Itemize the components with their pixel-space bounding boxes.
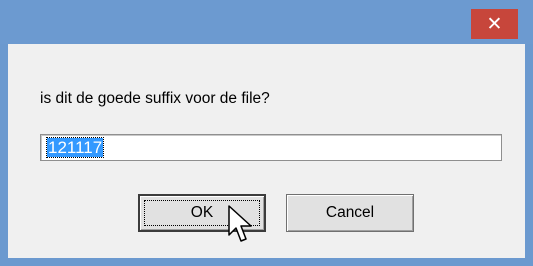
suffix-input-value: 121117 [45,137,105,158]
cancel-button-label: Cancel [325,204,375,221]
close-icon: ✕ [486,13,503,35]
mouse-pointer-icon [228,205,252,242]
dialog-window: ✕ is dit de goede suffix voor de file? 1… [0,0,533,266]
suffix-input[interactable]: 121117 [40,134,502,161]
title-bar[interactable]: ✕ [0,0,533,44]
prompt-label: is dit de goede suffix voor de file? [40,90,270,107]
cancel-button[interactable]: Cancel [286,194,414,232]
close-button[interactable]: ✕ [471,9,518,39]
